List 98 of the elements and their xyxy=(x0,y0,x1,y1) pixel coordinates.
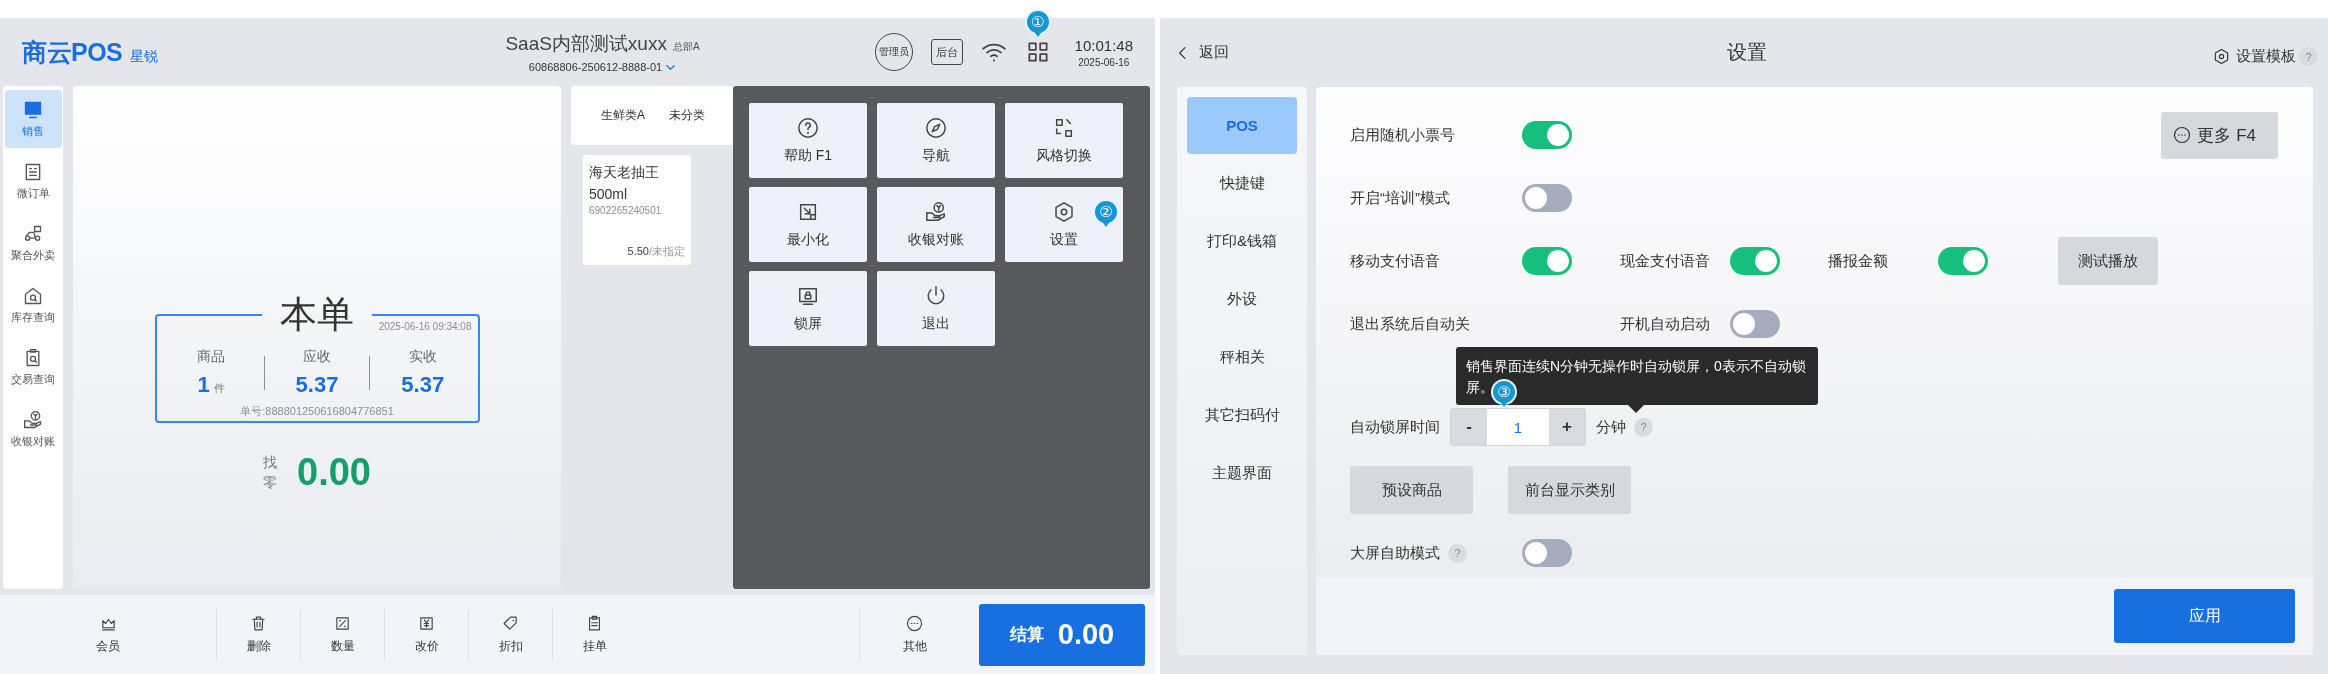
swap-icon xyxy=(1053,116,1075,139)
stat-label: 实收 xyxy=(408,348,437,366)
menu-tile[interactable]: 风格切换 xyxy=(1005,103,1123,178)
backend-button[interactable]: 后台 xyxy=(930,39,963,65)
settings-tab[interactable]: 其它扫码付 xyxy=(1187,387,1297,444)
toggle-switch[interactable] xyxy=(1938,247,1988,275)
toggle-switch[interactable] xyxy=(1730,247,1780,275)
clipboard-icon xyxy=(586,614,603,632)
setting-label: 大屏自助模式 xyxy=(1350,543,1440,563)
menu-tile[interactable]: 最小化 xyxy=(749,187,867,262)
option-button[interactable]: 前台显示类别 xyxy=(1508,466,1631,514)
product-card[interactable]: 海天老抽王500ml 6902265240501 5.50/未指定 xyxy=(583,155,691,265)
menu-tile[interactable]: 帮助 F1 xyxy=(749,103,867,178)
settings-icon xyxy=(1053,200,1075,223)
settings-tab[interactable]: 打印&钱箱 xyxy=(1187,213,1297,270)
stat-value: 5.37 xyxy=(295,372,339,398)
setting-label: 开机自动启动 xyxy=(1620,314,1710,334)
stat-label: 应收 xyxy=(302,348,331,366)
toggle-switch[interactable] xyxy=(1522,184,1572,212)
terminal-id: 60868806-250612-8888-01 xyxy=(528,61,663,73)
nav-item[interactable]: 库存查询 xyxy=(4,276,62,334)
settings-tab[interactable]: 主题界面 xyxy=(1187,445,1297,502)
clock-time: 10:01:48 xyxy=(1074,36,1133,54)
nav-item[interactable]: 微订单 xyxy=(4,152,62,210)
menu-tile[interactable]: 导航 xyxy=(877,103,995,178)
house-search-icon xyxy=(23,285,43,306)
settings-tab[interactable]: 秤相关 xyxy=(1187,329,1297,386)
action-button[interactable]: 数量 xyxy=(300,608,384,661)
yen-icon xyxy=(418,614,435,632)
branch-name: 总部A xyxy=(672,40,700,54)
setting-label: 启用随机小票号 xyxy=(1350,125,1455,145)
stat-label: 商品 xyxy=(197,348,226,366)
setting-label: 播报金额 xyxy=(1828,251,1888,271)
store-name: SaaS内部测试xuxx xyxy=(505,32,667,56)
stat-value: 1 xyxy=(197,372,210,398)
page-title: 设置 xyxy=(1726,40,1767,65)
monitor-icon xyxy=(23,99,43,120)
logo-subtitle: 星锐 xyxy=(130,47,159,66)
more-icon xyxy=(2173,126,2192,144)
nav-item[interactable]: 销售 xyxy=(4,90,62,148)
scooter-icon xyxy=(23,223,43,244)
product-price: 5.50/未指定 xyxy=(626,244,685,259)
nav-item[interactable]: 聚合外卖 xyxy=(4,214,62,272)
tag-icon xyxy=(502,614,519,632)
action-button[interactable]: 会员 xyxy=(0,608,216,661)
action-button[interactable]: 其他 xyxy=(859,608,969,661)
menu-tile[interactable]: 收银对账 xyxy=(877,187,995,262)
back-button[interactable]: 返回 xyxy=(1175,43,1229,62)
setting-label: 自动锁屏时间 xyxy=(1350,417,1440,437)
action-button[interactable]: 改价 xyxy=(384,608,468,661)
order-title: 本单 xyxy=(279,296,355,333)
category-tab[interactable]: 生鲜类A xyxy=(601,107,645,124)
compass-icon xyxy=(925,116,947,139)
hand-coin-icon xyxy=(925,200,947,223)
order-number: 单号:888801250616804776851 xyxy=(239,404,395,419)
category-tab[interactable]: 未分类 xyxy=(669,107,705,124)
clock-date: 2025-06-16 xyxy=(1078,56,1130,68)
toggle-switch[interactable] xyxy=(1522,121,1572,149)
setting-label: 开启“培训”模式 xyxy=(1350,188,1450,208)
change-amount: 0.00 xyxy=(297,451,371,494)
settings-tab[interactable]: 外设 xyxy=(1187,271,1297,328)
more-button[interactable]: 更多 F4 xyxy=(2161,111,2278,159)
order-timestamp: 2025-06-16 09:34:08 xyxy=(377,321,472,332)
stat-value: 5.37 xyxy=(401,372,445,398)
apply-button[interactable]: 应用 xyxy=(2114,589,2295,643)
toggle-switch[interactable] xyxy=(1730,310,1780,338)
document-icon xyxy=(23,161,43,182)
product-barcode: 6902265240501 xyxy=(589,205,663,216)
product-name: 海天老抽王500ml xyxy=(589,163,660,204)
menu-tile[interactable]: 设置 ② xyxy=(1005,187,1123,262)
hand-coin-icon xyxy=(23,409,43,430)
settings-tab[interactable]: 快捷键 xyxy=(1187,155,1297,212)
action-button[interactable]: 删除 xyxy=(216,608,300,661)
unit-label: 分钟 xyxy=(1596,417,1626,437)
menu-tile[interactable]: 锁屏 xyxy=(749,271,867,346)
more-icon xyxy=(906,614,923,632)
toggle-switch[interactable] xyxy=(1522,539,1572,567)
menu-tile[interactable]: 退出 xyxy=(877,271,995,346)
checkout-button[interactable]: 结算 0.00 xyxy=(979,603,1145,666)
toggle-switch[interactable] xyxy=(1522,247,1572,275)
power-icon xyxy=(925,284,947,307)
setting-label: 移动支付语音 xyxy=(1350,251,1440,271)
setting-label: 现金支付语音 xyxy=(1620,251,1710,271)
action-button[interactable]: 挂单 xyxy=(552,608,636,661)
logo: 商云POS xyxy=(22,36,123,68)
test-button[interactable]: 测试播放 xyxy=(2058,237,2158,285)
change-label: 找零 xyxy=(263,452,277,492)
percent-icon xyxy=(334,614,351,632)
question-icon xyxy=(797,116,819,139)
template-button[interactable]: 设置模板 xyxy=(2213,47,2296,66)
action-button[interactable]: 折扣 xyxy=(468,608,552,661)
option-button[interactable]: 预设商品 xyxy=(1350,466,1473,514)
stat-unit: 件 xyxy=(213,381,225,396)
settings-icon xyxy=(2213,48,2230,65)
nav-item[interactable]: 交易查询 xyxy=(4,338,62,396)
trash-icon xyxy=(250,614,267,632)
setting-label: 退出系统后自动关 xyxy=(1350,314,1470,334)
nav-item[interactable]: 收银对账 xyxy=(4,400,62,458)
